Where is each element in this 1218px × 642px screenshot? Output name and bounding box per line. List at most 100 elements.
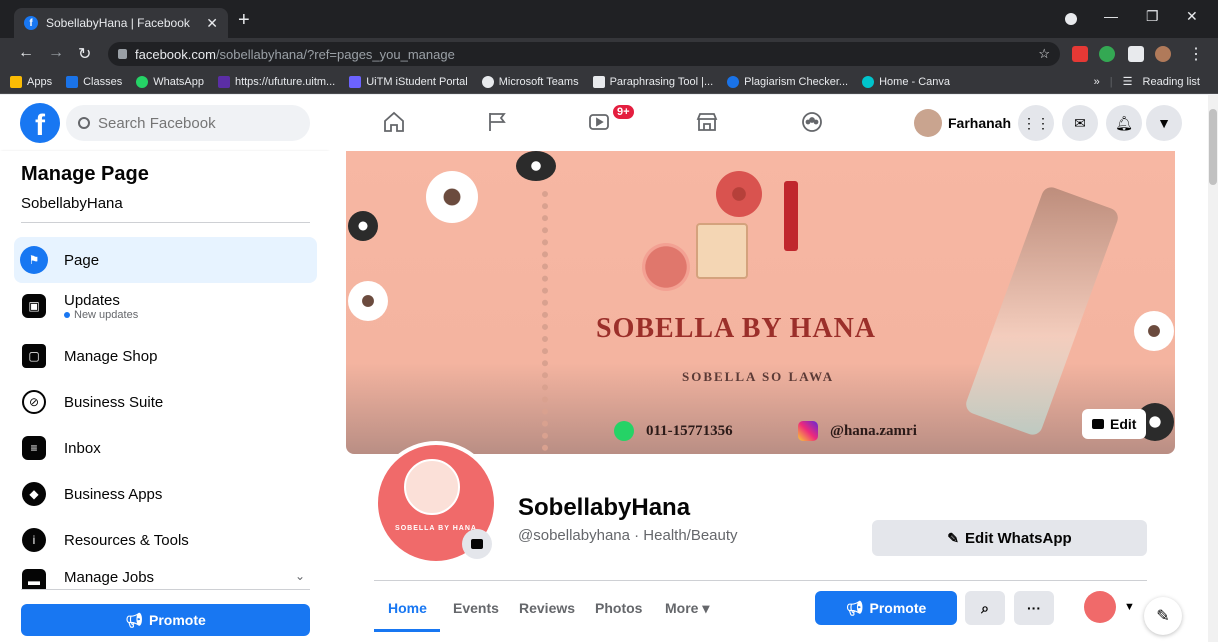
sidebar-item-inbox[interactable]: ≡ Inbox — [14, 425, 317, 471]
cover-brand: SOBELLA BY HANA — [596, 313, 877, 344]
cube-icon: ◆ — [22, 482, 46, 506]
messenger-icon[interactable]: ✉ — [1062, 105, 1098, 141]
caret-down-icon[interactable]: ▼ — [1124, 601, 1135, 613]
sidebar-item-business-suite[interactable]: ⊘ Business Suite — [14, 379, 317, 425]
browser-profile-icon[interactable] — [1065, 13, 1077, 25]
minimize-icon[interactable]: — — [1104, 8, 1118, 24]
watch-video-icon[interactable] — [584, 107, 614, 137]
tab-home[interactable]: Home — [388, 600, 427, 616]
tab-reviews[interactable]: Reviews — [519, 600, 575, 616]
chevron-down-icon[interactable]: ⌄ — [295, 569, 305, 583]
user-name: Farhanah — [948, 115, 1012, 131]
lock-icon[interactable] — [118, 49, 127, 59]
home-icon[interactable] — [379, 107, 409, 137]
bookmark-star-icon[interactable]: ☆ — [1038, 46, 1050, 62]
bookmark-apps[interactable]: Apps — [10, 75, 52, 88]
facebook-topbar: f 9+ Farhanah ⋮⋮ ✉ 🔔︎ ▼ — [0, 95, 1208, 151]
tab-title: SobellabyHana | Facebook — [46, 16, 190, 30]
account-chevron-icon[interactable]: ▼ — [1146, 105, 1182, 141]
bookmarks-overflow-button[interactable]: » — [1094, 76, 1100, 88]
globe-icon — [481, 75, 494, 88]
profile-avatar-icon[interactable] — [1155, 46, 1171, 62]
edit-cover-label: Edit — [1110, 416, 1137, 432]
page-scrollbar[interactable] — [1208, 95, 1218, 642]
url-bar[interactable]: facebook.com /sobellabyhana/?ref=pages_y… — [108, 42, 1060, 66]
url-path: /sobellabyhana/?ref=pages_you_manage — [215, 46, 455, 62]
reload-icon[interactable]: ↻ — [78, 44, 91, 64]
edit-cover-button[interactable]: Edit — [1082, 409, 1147, 439]
tab-photos[interactable]: Photos — [595, 600, 642, 616]
close-tab-icon[interactable]: ✕ — [206, 15, 218, 32]
sidebar-page-name: SobellabyHana — [21, 195, 123, 212]
new-message-compose-icon[interactable]: ✎ — [1144, 597, 1182, 635]
search-input[interactable] — [98, 114, 288, 132]
forward-icon[interactable]: → — [48, 44, 64, 62]
inbox-icon: ≡ — [22, 436, 46, 460]
extensions-puzzle-icon[interactable] — [1128, 46, 1144, 62]
bookmark-label: Home - Canva — [879, 75, 951, 88]
switch-profile-avatar[interactable] — [1084, 591, 1116, 623]
page-search-button[interactable]: ⌕ — [965, 591, 1005, 625]
bookmark-plagiarism[interactable]: Plagiarism Checker... — [727, 75, 848, 88]
sidebar-item-label: Manage Shop — [64, 347, 158, 365]
promote-button[interactable]: 📢︎ Promote — [815, 591, 957, 625]
business-suite-icon: ⊘ — [22, 390, 46, 414]
megaphone-icon: 📢︎ — [125, 611, 143, 628]
flower-decoration — [426, 171, 478, 223]
flower-decoration — [716, 171, 762, 217]
canva-icon — [862, 75, 875, 88]
tab-events[interactable]: Events — [453, 600, 499, 616]
bookmark-whatsapp[interactable]: WhatsApp — [136, 75, 204, 88]
scrollbar-thumb[interactable] — [1209, 109, 1217, 185]
sidebar-promote-button[interactable]: 📢︎ Promote — [21, 604, 310, 636]
pocket-extension-icon[interactable] — [1072, 46, 1088, 62]
facebook-logo-icon[interactable]: f — [20, 103, 60, 143]
sidebar-item-manage-jobs[interactable]: ▬ Manage Jobs ⌄ — [14, 563, 317, 589]
sidebar-item-page[interactable]: ⚑ Page — [14, 237, 317, 283]
ufuture-icon — [217, 75, 230, 88]
instagram-handle: @hana.zamri — [830, 422, 917, 439]
divider — [374, 580, 1147, 581]
more-options-button[interactable]: ··· — [1014, 591, 1054, 625]
update-profile-photo-camera-icon[interactable] — [462, 529, 492, 559]
more-dots: ··· — [1027, 600, 1041, 616]
groups-icon[interactable] — [797, 107, 827, 137]
cover-photo: SOBELLA BY HANA SOBELLA SO LAWA 011-1577… — [346, 151, 1175, 454]
new-tab-button[interactable]: + — [238, 10, 250, 30]
back-icon[interactable]: ← — [18, 44, 34, 62]
bookmark-teams[interactable]: Microsoft Teams — [481, 75, 579, 88]
bookmark-ufuture[interactable]: https://ufuture.uitm... — [217, 75, 335, 88]
sidebar-item-label: Updates — [64, 291, 120, 309]
search-box[interactable] — [66, 105, 310, 141]
close-window-icon[interactable]: ✕ — [1186, 8, 1198, 25]
restore-icon[interactable]: ❐ — [1146, 8, 1159, 25]
bookmark-canva[interactable]: Home - Canva — [862, 75, 951, 88]
browser-tab[interactable]: f SobellabyHana | Facebook ✕ — [14, 8, 228, 38]
bookmark-classes[interactable]: Classes — [66, 75, 123, 88]
menu-grid-icon[interactable]: ⋮⋮ — [1018, 105, 1054, 141]
classroom-icon — [66, 75, 79, 88]
reading-list-icon[interactable]: ☰ — [1123, 75, 1133, 88]
shield-extension-icon[interactable] — [1099, 46, 1115, 62]
bookmark-label: Classes — [83, 75, 123, 88]
profile-shortcut[interactable]: Farhanah — [914, 105, 1011, 141]
shop-bag-icon: ▢ — [22, 344, 46, 368]
sidebar-item-business-apps[interactable]: ◆ Business Apps — [14, 471, 317, 517]
notifications-bell-icon[interactable]: 🔔︎ — [1106, 105, 1142, 141]
cover-phone: 011-15771356 — [614, 421, 733, 441]
instagram-icon — [798, 421, 818, 441]
pencil-icon: ✎ — [947, 529, 960, 546]
sidebar-item-manage-shop[interactable]: ▢ Manage Shop — [14, 333, 317, 379]
edit-whatsapp-button[interactable]: ✎ Edit WhatsApp — [872, 520, 1147, 556]
lipstick-decoration — [784, 181, 798, 251]
sidebar-item-resources[interactable]: i Resources & Tools — [14, 517, 317, 563]
chrome-menu-icon[interactable]: ⋮ — [1188, 44, 1204, 64]
bookmark-istudent[interactable]: UiTM iStudent Portal — [349, 75, 468, 88]
whatsapp-icon — [136, 75, 149, 88]
tab-more[interactable]: More ▾ — [665, 600, 709, 617]
bookmark-paraphrasing[interactable]: Paraphrasing Tool |... — [592, 75, 713, 88]
reading-list-button[interactable]: Reading list — [1143, 76, 1200, 88]
sidebar-item-updates[interactable]: ▣ Updates New updates — [14, 283, 317, 329]
pages-flag-icon[interactable] — [482, 107, 512, 137]
marketplace-icon[interactable] — [692, 107, 722, 137]
